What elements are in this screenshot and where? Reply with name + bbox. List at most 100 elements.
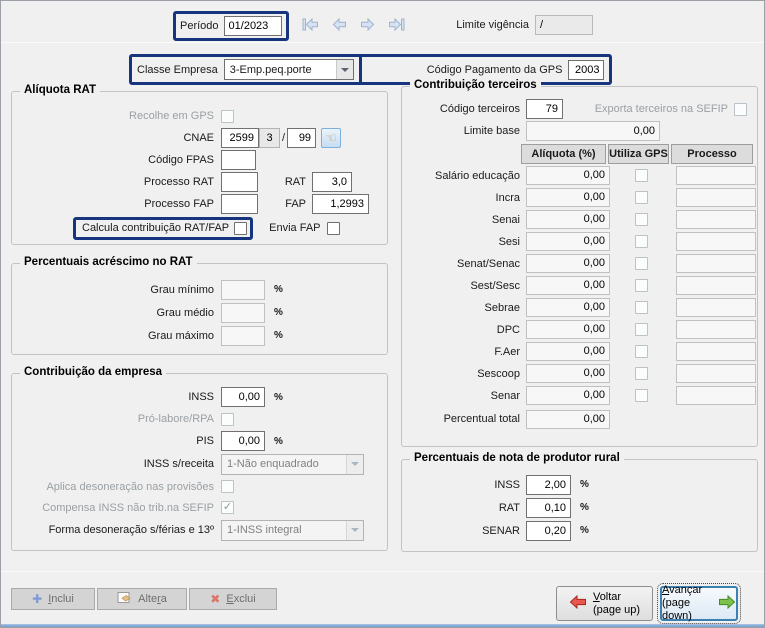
codigo-fpas-row: Código FPAS [12,149,387,171]
inss-receita-select[interactable]: 1-Não enquadrado [221,454,364,475]
percent-sign: % [274,392,283,403]
processo-input[interactable] [676,298,756,317]
grau-input[interactable] [221,303,265,323]
percentual-total-value: 0,00 [526,410,610,429]
fap-input[interactable]: 1,2993 [312,194,369,214]
pis-input[interactable]: 0,00 [221,431,265,451]
processo-input[interactable] [676,320,756,339]
forma-label: Forma desoneração s/férias e 13º [18,524,214,536]
nav-previous-icon[interactable] [332,18,347,31]
percent-sign: % [580,479,589,490]
processo-rat-row: Processo RAT RAT 3,0 [12,171,387,193]
nav-first-icon[interactable] [302,18,319,31]
grau-row: Grau máximo % [12,324,387,347]
cnae-suffix-input[interactable]: 99 [287,128,316,148]
percent-sign: % [274,284,283,295]
utiliza-gps-checkbox[interactable] [635,279,648,292]
aliquota-input[interactable]: 0,00 [526,210,610,229]
nav-next-icon[interactable] [360,18,375,31]
chevron-down-icon[interactable] [336,60,353,79]
voltar-page-up-button[interactable]: Voltar(page up) [556,586,653,621]
inclui-button[interactable]: ✚ Inclui [11,588,95,610]
inss-input[interactable]: 0,00 [221,387,265,407]
utiliza-gps-checkbox[interactable] [635,257,648,270]
calcula-label: Calcula contribuição RAT/FAP [82,222,229,234]
aliquota-input[interactable]: 0,00 [526,166,610,185]
processo-input[interactable] [676,364,756,383]
aliquota-input[interactable]: 0,00 [526,276,610,295]
altera-button[interactable]: Altera [97,588,187,610]
avancar-page-down-button[interactable]: Avançar(page down) [660,586,738,621]
processo-fap-row: Processo FAP FAP 1,2993 [12,193,387,215]
processo-input[interactable] [676,232,756,251]
exclui-button[interactable]: ✖ Exclui [189,588,277,610]
aliquota-input[interactable]: 0,00 [526,232,610,251]
envia-fap-checkbox[interactable] [327,222,340,235]
aplica-checkbox[interactable] [221,480,234,493]
cnae-lookup-button[interactable]: ☜ [321,128,341,148]
utiliza-gps-checkbox[interactable] [635,345,648,358]
processo-rat-input[interactable] [221,172,258,192]
tax-label: Sest/Sesc [408,280,520,292]
utiliza-gps-checkbox[interactable] [635,367,648,380]
processo-input[interactable] [676,386,756,405]
utiliza-gps-checkbox[interactable] [635,301,648,314]
grau-input[interactable] [221,280,265,300]
processo-input[interactable] [676,188,756,207]
nav-last-icon[interactable] [388,18,405,31]
grau-row: Grau mínimo % [12,278,387,301]
limite-vigencia-input[interactable]: / [535,15,593,35]
compensa-label: Compensa INSS não trib.na SEFIP [18,502,214,514]
calcula-checkbox[interactable] [234,222,247,235]
aliquota-input[interactable]: 0,00 [526,342,610,361]
cnae-label: CNAE [18,132,214,144]
group-title: Percentuais acréscimo no RAT [20,256,197,268]
utiliza-gps-checkbox[interactable] [635,235,648,248]
periodo-input[interactable]: 01/2023 [224,16,282,36]
percent-sign: % [274,307,283,318]
forma-select[interactable]: 1-INSS integral [221,520,364,541]
recolhe-gps-checkbox[interactable] [221,110,234,123]
utiliza-gps-checkbox[interactable] [635,169,648,182]
rural-input[interactable]: 0,10 [526,498,571,518]
tax-label: Incra [408,192,520,204]
rural-input[interactable]: 0,20 [526,521,571,541]
compensa-checkbox[interactable]: ✓ [221,501,234,514]
cnae-row: CNAE 2599 3 / 99 ☜ [12,127,387,149]
processo-input[interactable] [676,276,756,295]
exporta-sefip-checkbox[interactable] [734,103,747,116]
codigo-terceiros-row: Código terceiros 79 Exporta terceiros na… [402,98,757,120]
utiliza-gps-checkbox[interactable] [635,213,648,226]
codigo-fpas-input[interactable] [221,150,256,170]
group-produtor-rural: Percentuais de nota de produtor rural IN… [401,459,758,552]
prolabore-checkbox[interactable] [221,413,234,426]
pis-label: PIS [18,435,214,447]
gps-input[interactable]: 2003 [568,60,604,80]
rural-input[interactable]: 2,00 [526,475,571,495]
processo-fap-input[interactable] [221,194,258,214]
utiliza-gps-checkbox[interactable] [635,323,648,336]
grau-input[interactable] [221,326,265,346]
codigo-terceiros-input[interactable]: 79 [526,99,563,119]
aliquota-input[interactable]: 0,00 [526,298,610,317]
processo-input[interactable] [676,166,756,185]
processo-input[interactable] [676,210,756,229]
compensa-row: Compensa INSS não trib.na SEFIP ✓ [12,497,387,518]
percentual-total-label: Percentual total [408,413,520,425]
aliquota-input[interactable]: 0,00 [526,386,610,405]
tax-label: Senat/Senac [408,258,520,270]
limite-base-input[interactable]: 0,00 [526,121,660,141]
aliquota-input[interactable]: 0,00 [526,254,610,273]
processo-input[interactable] [676,342,756,361]
aliquota-input[interactable]: 0,00 [526,188,610,207]
cnae-input[interactable]: 2599 [221,128,259,148]
percent-sign: % [580,502,589,513]
inss-row: INSS 0,00 % [12,386,387,408]
utiliza-gps-checkbox[interactable] [635,191,648,204]
aliquota-input[interactable]: 0,00 [526,320,610,339]
aliquota-input[interactable]: 0,00 [526,364,610,383]
classe-empresa-select[interactable]: 3-Emp.peq.porte [224,59,354,80]
processo-input[interactable] [676,254,756,273]
rat-input[interactable]: 3,0 [312,172,352,192]
utiliza-gps-checkbox[interactable] [635,389,648,402]
